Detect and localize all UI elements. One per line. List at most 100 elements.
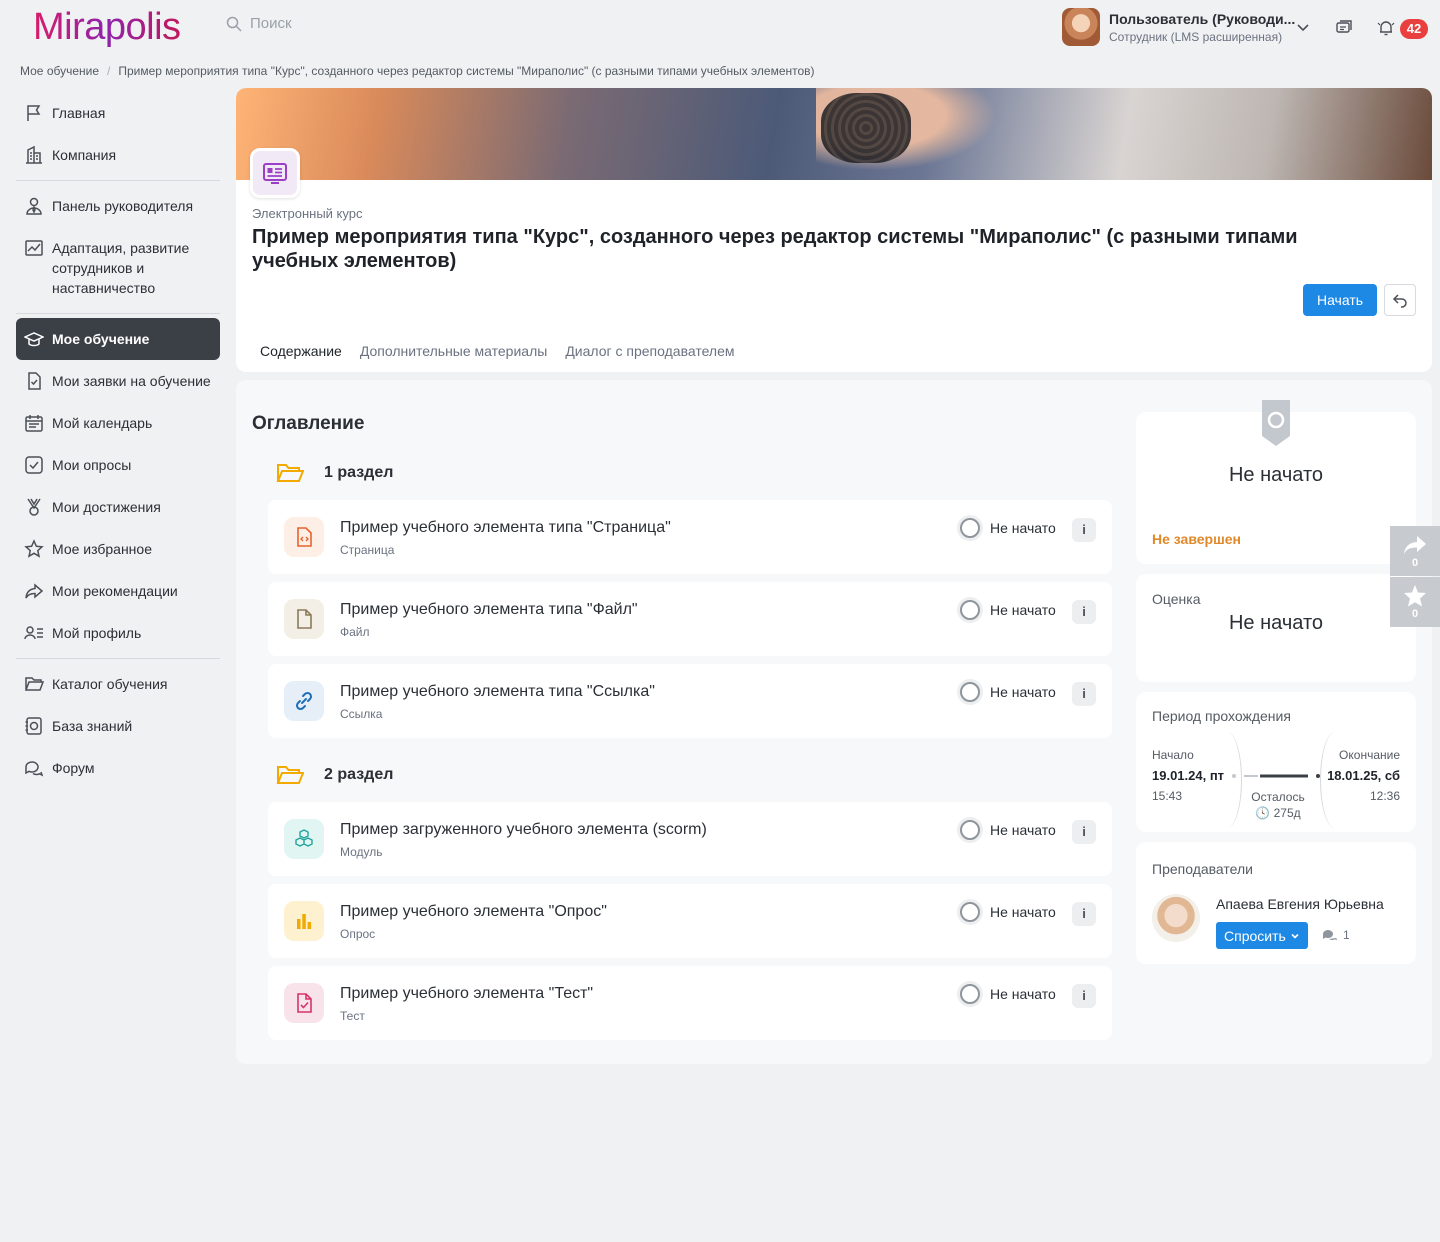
- end-time: 12:36: [1369, 789, 1400, 803]
- breadcrumb: Мое обучение / Пример мероприятия типа "…: [20, 64, 815, 78]
- sidebar-item-manager-panel[interactable]: Панель руководителя: [16, 185, 220, 227]
- bell-icon[interactable]: [1377, 19, 1395, 37]
- info-icon[interactable]: i: [1072, 600, 1096, 624]
- course-type-icon: [250, 148, 300, 198]
- info-icon[interactable]: i: [1072, 902, 1096, 926]
- teachers-label: Преподаватели: [1152, 861, 1253, 877]
- course-status: Не начато: [1228, 464, 1323, 486]
- status-ring-icon: [960, 682, 980, 702]
- sidebar-item-catalog[interactable]: Каталог обучения: [16, 663, 220, 705]
- sidebar-divider: [16, 658, 220, 659]
- period-card: Период прохождения Начало 19.01.24, пт 1…: [1136, 692, 1416, 832]
- sidebar-item-calendar[interactable]: Мой календарь: [16, 402, 220, 444]
- top-bar: Mirapolis Поиск Пользователь (Руководи..…: [0, 0, 1440, 56]
- course-title: Пример мероприятия типа "Курс", созданно…: [252, 226, 1298, 272]
- search-icon: [226, 16, 242, 32]
- end-date: 18.01.25, сб: [1327, 768, 1400, 783]
- learning-item[interactable]: Пример учебного элемента типа "Страница"…: [268, 500, 1112, 574]
- messages-count[interactable]: 1: [1322, 928, 1350, 942]
- tab-content[interactable]: Содержание: [252, 338, 350, 372]
- chevron-down-icon: [1291, 933, 1299, 939]
- star-icon: [24, 539, 44, 558]
- info-icon[interactable]: i: [1072, 820, 1096, 844]
- search-placeholder[interactable]: Поиск: [250, 15, 292, 32]
- sidebar-item-achievements[interactable]: Мои достижения: [16, 486, 220, 528]
- start-button[interactable]: Начать: [1303, 284, 1377, 316]
- knowledge-icon: [25, 717, 42, 735]
- section-header[interactable]: 1 раздел: [276, 462, 393, 484]
- forum-icon: [25, 761, 44, 777]
- grade-value: Не начато: [1228, 612, 1323, 634]
- sidebar-item-profile[interactable]: Мой профиль: [16, 612, 220, 654]
- folder-open-icon: [276, 464, 304, 482]
- calendar-icon: [25, 415, 43, 432]
- logo[interactable]: Mirapolis: [33, 6, 181, 49]
- item-type: Ссылка: [340, 707, 383, 721]
- item-status: Не начато: [960, 518, 1056, 538]
- course-content: Оглавление 1 раздел Пример учебного элем…: [236, 380, 1432, 1064]
- tab-dialog[interactable]: Диалог с преподавателем: [557, 338, 742, 372]
- notification-badge[interactable]: 42: [1400, 19, 1428, 39]
- item-type: Модуль: [340, 845, 383, 859]
- course-banner-image: [236, 88, 1432, 180]
- sidebar-item-knowledge-base[interactable]: База знаний: [16, 705, 220, 747]
- breadcrumb-item[interactable]: Мое обучение: [20, 64, 99, 78]
- item-title[interactable]: Пример учебного элемента типа "Ссылка": [340, 683, 655, 701]
- sidebar-item-requests[interactable]: Мои заявки на обучение: [16, 360, 220, 402]
- profile-icon: [24, 626, 43, 640]
- item-status: Не начато: [960, 984, 1056, 1004]
- info-icon[interactable]: i: [1072, 682, 1096, 706]
- status-card: Не начато Не завершен: [1136, 400, 1416, 564]
- tab-materials[interactable]: Дополнительные материалы: [352, 338, 555, 372]
- comments-icon: [1323, 930, 1337, 941]
- sidebar-item-favorites[interactable]: Мое избранное: [16, 528, 220, 570]
- item-status: Не начато: [960, 682, 1056, 702]
- course-type-label: Электронный курс: [252, 206, 363, 221]
- learning-item[interactable]: Пример учебного элемента "Опрос" Опрос Н…: [268, 884, 1112, 958]
- sidebar-item-forum[interactable]: Форум: [16, 747, 220, 789]
- sidebar-item-recommendations[interactable]: Мои рекомендации: [16, 570, 220, 612]
- info-icon[interactable]: i: [1072, 984, 1096, 1008]
- sidebar-item-adaptation[interactable]: Адаптация, развитие сотрудников и настав…: [16, 227, 220, 309]
- share-widget[interactable]: 0: [1390, 526, 1440, 576]
- sidebar-item-surveys[interactable]: Мои опросы: [16, 444, 220, 486]
- avatar: [1062, 8, 1100, 46]
- teachers-card: Преподаватели Апаева Евгения Юрьевна Спр…: [1136, 842, 1416, 964]
- item-title[interactable]: Пример загруженного учебного элемента (s…: [340, 821, 707, 839]
- breadcrumb-separator: /: [107, 64, 111, 78]
- info-icon[interactable]: i: [1072, 518, 1096, 542]
- status-ring-icon: [960, 600, 980, 620]
- breadcrumb-current: Пример мероприятия типа "Курс", созданно…: [118, 64, 815, 78]
- item-title[interactable]: Пример учебного элемента "Тест": [340, 985, 593, 1003]
- favorite-widget[interactable]: 0: [1390, 577, 1440, 627]
- learning-item[interactable]: Пример загруженного учебного элемента (s…: [268, 802, 1112, 876]
- sidebar: Главная Компания Панель руководителя Ада…: [16, 92, 220, 789]
- section-header[interactable]: 2 раздел: [276, 764, 393, 786]
- sidebar-item-my-learning[interactable]: Мое обучение: [16, 318, 220, 360]
- teacher-avatar[interactable]: [1152, 894, 1200, 942]
- user-role: Сотрудник (LMS расширенная): [1109, 29, 1283, 44]
- learning-item[interactable]: Пример учебного элемента типа "Файл" Фай…: [268, 582, 1112, 656]
- back-button[interactable]: [1384, 284, 1416, 316]
- teacher-name[interactable]: Апаева Евгения Юрьевна: [1216, 896, 1384, 912]
- folder-icon: [24, 677, 44, 691]
- sidebar-item-company[interactable]: Компания: [16, 134, 220, 176]
- bar-chart-icon: [297, 914, 312, 929]
- learning-item[interactable]: Пример учебного элемента "Тест" Тест Не …: [268, 966, 1112, 1040]
- ask-button[interactable]: Спросить: [1216, 922, 1308, 949]
- item-title[interactable]: Пример учебного элемента "Опрос": [340, 903, 607, 921]
- item-type: Опрос: [340, 927, 376, 941]
- user-menu[interactable]: Пользователь (Руководи... Сотрудник (LMS…: [1062, 8, 1295, 46]
- e-course-icon: [263, 163, 287, 184]
- test-icon: [297, 993, 312, 1013]
- status-ring-icon: [960, 518, 980, 538]
- sidebar-item-home[interactable]: Главная: [16, 92, 220, 134]
- period-label: Период прохождения: [1152, 708, 1291, 724]
- chevron-down-icon[interactable]: [1296, 20, 1310, 34]
- search-box[interactable]: Поиск: [226, 15, 292, 32]
- chat-icon[interactable]: [1335, 19, 1353, 37]
- item-title[interactable]: Пример учебного элемента типа "Файл": [340, 601, 638, 619]
- item-title[interactable]: Пример учебного элемента типа "Страница": [340, 519, 671, 537]
- end-label: Окончание: [1339, 748, 1400, 762]
- learning-item[interactable]: Пример учебного элемента типа "Ссылка" С…: [268, 664, 1112, 738]
